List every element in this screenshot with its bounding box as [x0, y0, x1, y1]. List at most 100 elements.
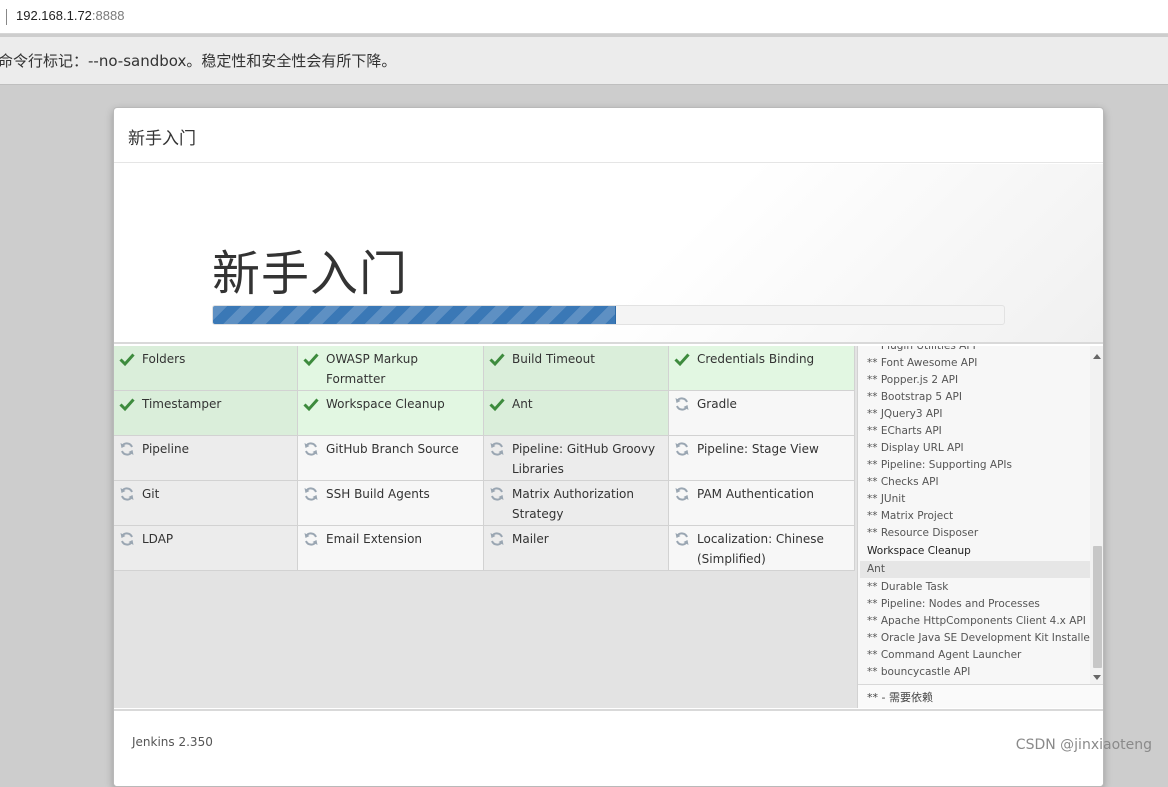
install-log-panel: ** Plugin Utilities API ** Font Awesome A…: [857, 346, 1103, 708]
text-caret: [6, 9, 7, 25]
url-host: 192.168.1.72: [16, 8, 92, 23]
log-line: ** Popper.js 2 API: [867, 374, 959, 386]
plugin-name: Matrix Authorization Strategy: [512, 487, 634, 521]
refresh-icon: [120, 487, 134, 501]
log-line: ** Bootstrap 5 API: [867, 391, 962, 403]
plugin-name: Mailer: [512, 532, 549, 546]
plugin-name: Email Extension: [326, 532, 423, 546]
plugin-cell: Gradle: [669, 391, 855, 436]
plugin-name: Folders: [142, 352, 186, 366]
scroll-down-arrow-icon[interactable]: [1093, 675, 1101, 680]
plugin-name: Gradle: [697, 397, 737, 411]
refresh-icon: [675, 487, 689, 501]
refresh-icon: [490, 487, 504, 501]
log-line: ** Font Awesome API: [867, 357, 978, 369]
plugin-cell: Credentials Binding: [669, 346, 855, 391]
plugin-cell: Ant: [484, 391, 669, 436]
log-line: ** Plugin Utilities API: [867, 346, 976, 352]
log-line: ** bouncycastle API: [867, 666, 971, 678]
plugin-name: Git: [142, 487, 160, 501]
check-icon: [119, 353, 135, 367]
plugin-name: Pipeline: GitHub Groovy Libraries: [512, 442, 656, 476]
refresh-icon: [490, 532, 504, 546]
plugin-grid: Folders OWASP Markup Formatter Build Timeo…: [114, 346, 855, 571]
plugin-name: GitHub Branch Source: [326, 442, 459, 456]
plugin-cell: Mailer: [484, 526, 669, 571]
refresh-icon: [120, 442, 134, 456]
plugin-name: Build Timeout: [512, 352, 595, 366]
hero-title: 新手入门: [212, 246, 409, 302]
check-icon: [489, 353, 505, 367]
sandbox-warning-bar: 命令行标记：--no-sandbox。稳定性和安全性会有所下降。: [0, 37, 1168, 85]
plugin-cell: OWASP Markup Formatter: [298, 346, 484, 391]
jenkins-version: Jenkins 2.350: [132, 735, 213, 749]
plugin-cell: SSH Build Agents: [298, 481, 484, 526]
log-line: Ant: [860, 561, 1090, 578]
log-line: ** Command Agent Launcher: [867, 649, 1022, 661]
log-line: ** Apache HttpComponents Client 4.x API: [867, 615, 1086, 627]
plugin-name: Localization: Chinese (Simplified): [697, 532, 824, 566]
plugin-name: Credentials Binding: [697, 352, 815, 366]
plugin-cell: Matrix Authorization Strategy: [484, 481, 669, 526]
url-text[interactable]: 192.168.1.72:8888: [16, 8, 124, 23]
install-progress-bar: [212, 305, 1005, 325]
log-line: ** Pipeline: Supporting APIs: [867, 459, 1012, 471]
dependency-legend-text: ** - 需要依赖: [867, 691, 933, 704]
install-log[interactable]: ** Plugin Utilities API ** Font Awesome A…: [858, 346, 1090, 684]
refresh-icon: [675, 442, 689, 456]
dependency-legend: ** - 需要依赖: [858, 684, 1103, 708]
refresh-icon: [304, 487, 318, 501]
plugin-cell: PAM Authentication: [669, 481, 855, 526]
plugin-cell: Workspace Cleanup: [298, 391, 484, 436]
plugin-name: OWASP Markup Formatter: [326, 352, 418, 386]
plugin-cell: Localization: Chinese (Simplified): [669, 526, 855, 571]
scroll-thumb[interactable]: [1093, 546, 1102, 668]
scroll-up-arrow-icon[interactable]: [1093, 354, 1101, 359]
log-line: ** JUnit: [867, 493, 906, 505]
log-line: ** Matrix Project: [867, 510, 954, 522]
check-icon: [489, 398, 505, 412]
check-icon: [674, 353, 690, 367]
plugin-name: Workspace Cleanup: [326, 397, 445, 411]
refresh-icon: [675, 397, 689, 411]
plugin-name: PAM Authentication: [697, 487, 814, 501]
refresh-icon: [304, 532, 318, 546]
plugin-name: Pipeline: [142, 442, 189, 456]
refresh-icon: [120, 532, 134, 546]
plugin-cell: Pipeline: Stage View: [669, 436, 855, 481]
plugin-cell: GitHub Branch Source: [298, 436, 484, 481]
log-line: ** Pipeline: Nodes and Processes: [867, 598, 1040, 610]
log-line: Workspace Cleanup: [867, 545, 971, 557]
plugin-cell: Git: [114, 481, 298, 526]
setup-dialog: 新手入门 新手入门 Folders OWASP Markup Formatter B…: [113, 107, 1104, 787]
plugin-name: Timestamper: [142, 397, 222, 411]
log-line: ** JQuery3 API: [867, 408, 943, 420]
dialog-header: 新手入门: [114, 108, 1103, 163]
log-line: ** Oracle Java SE Development Kit Instal…: [867, 632, 1090, 644]
log-line: ** Resource Disposer: [867, 527, 979, 539]
refresh-icon: [490, 442, 504, 456]
log-scrollbar[interactable]: [1090, 346, 1103, 684]
plugin-name: SSH Build Agents: [326, 487, 430, 501]
plugin-cell: Timestamper: [114, 391, 298, 436]
watermark: CSDN @jinxiaoteng: [1015, 737, 1152, 753]
plugin-name: Pipeline: Stage View: [697, 442, 819, 456]
log-line: ** Checks API: [867, 476, 939, 488]
plugin-name: Ant: [512, 397, 533, 411]
plugin-cell: Build Timeout: [484, 346, 669, 391]
log-line: ** ECharts API: [867, 425, 942, 437]
plugin-cell: LDAP: [114, 526, 298, 571]
dialog-title: 新手入门: [128, 129, 196, 149]
plugin-name: LDAP: [142, 532, 174, 546]
plugin-cell: Pipeline: GitHub Groovy Libraries: [484, 436, 669, 481]
log-line: ** Display URL API: [867, 442, 964, 454]
address-bar[interactable]: 192.168.1.72:8888: [0, 0, 1168, 34]
refresh-icon: [675, 532, 689, 546]
check-icon: [119, 398, 135, 412]
plugin-cell: Pipeline: [114, 436, 298, 481]
install-progress-fill: [213, 306, 617, 324]
refresh-icon: [304, 442, 318, 456]
plugin-cell: Folders: [114, 346, 298, 391]
log-line: ** Durable Task: [867, 581, 949, 593]
plugin-grid-area: Folders OWASP Markup Formatter Build Timeo…: [114, 346, 857, 708]
